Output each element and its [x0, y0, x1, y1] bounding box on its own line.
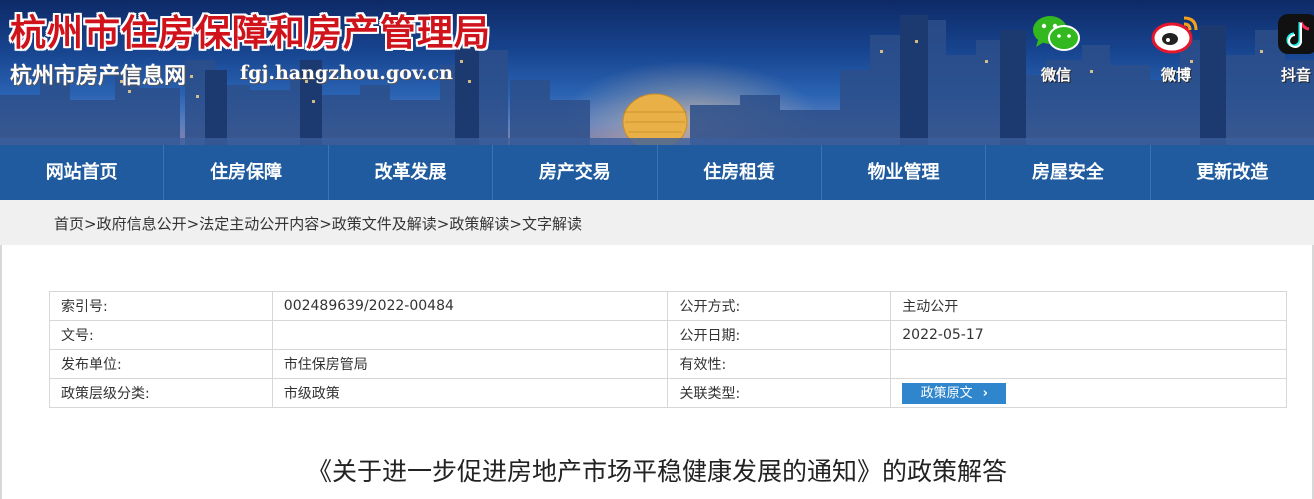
- index-number-label: 索引号:: [49, 291, 273, 321]
- validity-label: 有效性:: [667, 349, 892, 379]
- breadcrumb-separator: >: [84, 215, 97, 233]
- wechat-link[interactable]: 微信: [1026, 12, 1086, 85]
- site-subtitle: 杭州市房产信息网: [10, 63, 187, 89]
- index-number-value: 002489639/2022-00484: [271, 291, 669, 321]
- main-nav: 网站首页 住房保障 改革发展 房产交易 住房租赁 物业管理 房屋安全 更新改造: [0, 145, 1314, 200]
- nav-item-home[interactable]: 网站首页: [0, 145, 165, 200]
- weibo-icon: [1151, 16, 1198, 54]
- table-row: 政策层级分类: 市级政策 关联类型: 政策原文 ›: [49, 378, 1287, 408]
- publish-date-value: 2022-05-17: [890, 320, 1287, 350]
- breadcrumb-policy-interpretation[interactable]: 政策解读: [449, 215, 509, 233]
- wechat-label: 微信: [1040, 66, 1071, 84]
- related-type-value: 政策原文 ›: [890, 378, 1287, 408]
- document-info-table: 索引号: 002489639/2022-00484 公开方式: 主动公开 文号:…: [49, 291, 1287, 408]
- chevron-right-icon: ›: [982, 385, 988, 401]
- related-type-label: 关联类型:: [667, 378, 892, 408]
- article-title: 《关于进一步促进房地产市场平稳健康发展的通知》的政策解答: [306, 457, 1007, 486]
- policy-level-value: 市级政策: [271, 378, 669, 408]
- nav-item-trading[interactable]: 房产交易: [493, 145, 658, 200]
- weibo-label: 微博: [1160, 66, 1191, 84]
- breadcrumb-separator: >: [509, 215, 522, 233]
- issuer-value: 市住保房管局: [271, 349, 669, 379]
- breadcrumb-home[interactable]: 首页: [54, 215, 84, 233]
- douyin-link[interactable]: 抖音: [1266, 12, 1314, 85]
- document-number-value: [271, 320, 669, 350]
- nav-item-property-management[interactable]: 物业管理: [822, 145, 987, 200]
- breadcrumb-policy-docs[interactable]: 政策文件及解读: [332, 215, 437, 233]
- breadcrumb-separator: >: [319, 215, 332, 233]
- policy-original-label: 政策原文: [920, 385, 973, 401]
- wechat-icon: [1033, 16, 1080, 51]
- breadcrumb-separator: >: [186, 215, 200, 233]
- breadcrumb-separator: >: [436, 215, 450, 233]
- table-row: 文号: 公开日期: 2022-05-17: [49, 320, 1287, 350]
- nav-item-housing-security[interactable]: 住房保障: [164, 145, 329, 200]
- policy-original-button[interactable]: 政策原文 ›: [902, 382, 1007, 404]
- nav-item-reform[interactable]: 改革发展: [329, 145, 494, 200]
- table-row: 索引号: 002489639/2022-00484 公开方式: 主动公开: [49, 291, 1287, 321]
- publish-date-label: 公开日期:: [667, 320, 892, 350]
- document-number-label: 文号:: [49, 320, 273, 350]
- policy-level-label: 政策层级分类:: [49, 378, 273, 408]
- nav-item-housing-safety[interactable]: 房屋安全: [986, 145, 1151, 200]
- douyin-icon: [1278, 14, 1314, 54]
- site-banner: 杭州市住房保障和房产管理局 杭州市房产信息网 fgj.hangzhou.gov.…: [0, 0, 1314, 145]
- breadcrumb-text-interpretation[interactable]: 文字解读: [522, 215, 582, 233]
- breadcrumb-gov-info[interactable]: 政府信息公开: [97, 215, 187, 233]
- breadcrumb-bar: 首页>政府信息公开>法定主动公开内容>政策文件及解读>政策解读>文字解读: [0, 200, 1314, 245]
- table-row: 发布单位: 市住保房管局 有效性:: [49, 349, 1287, 379]
- site-domain: fgj.hangzhou.gov.cn: [240, 62, 453, 84]
- breadcrumb-legal-disclosure[interactable]: 法定主动公开内容: [199, 215, 319, 233]
- weibo-link[interactable]: 微博: [1146, 12, 1206, 85]
- douyin-label: 抖音: [1280, 66, 1311, 84]
- disclosure-method-label: 公开方式:: [667, 291, 892, 321]
- disclosure-method-value: 主动公开: [890, 291, 1287, 321]
- nav-item-rental[interactable]: 住房租赁: [658, 145, 822, 200]
- breadcrumb: 首页>政府信息公开>法定主动公开内容>政策文件及解读>政策解读>文字解读: [54, 213, 582, 234]
- nav-item-renewal[interactable]: 更新改造: [1151, 145, 1314, 200]
- site-title: 杭州市住房保障和房产管理局: [10, 12, 492, 54]
- issuer-label: 发布单位:: [49, 349, 273, 379]
- validity-value: [890, 349, 1287, 379]
